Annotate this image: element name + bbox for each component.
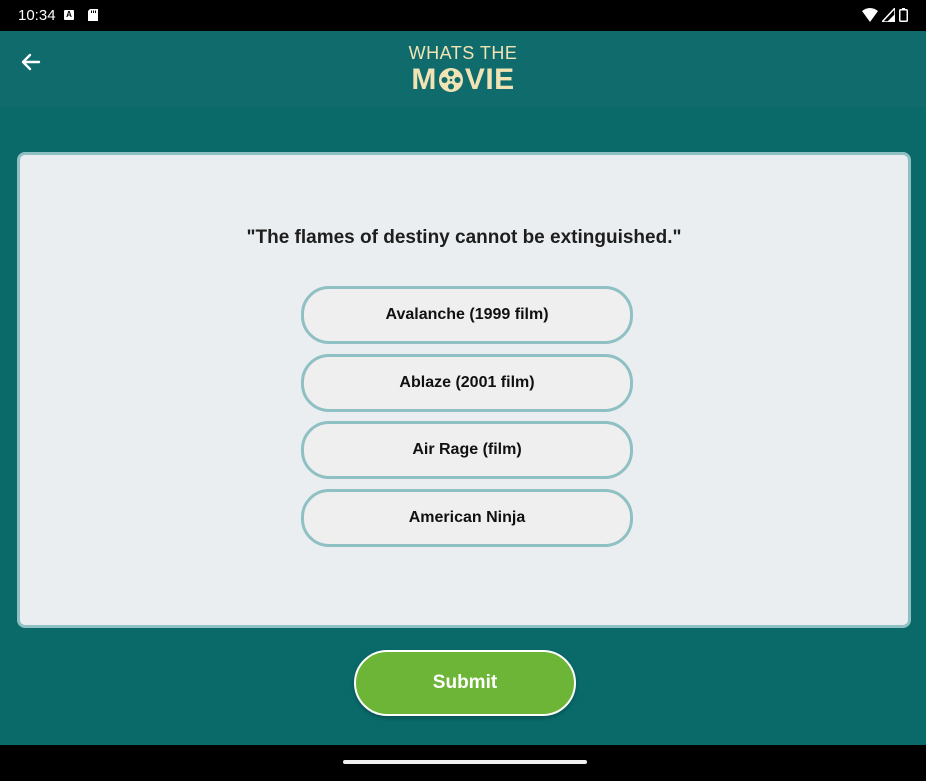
- status-bar: 10:34 A: [0, 0, 926, 31]
- answer-option-label: American Ninja: [408, 509, 526, 526]
- answer-option-2[interactable]: Ablaze (2001 film): [301, 354, 633, 412]
- submit-label: Submit: [432, 672, 498, 693]
- logo-bottom: M VIE: [411, 64, 514, 96]
- answer-option-4[interactable]: American Ninja: [301, 489, 633, 547]
- question-card: "The flames of destiny cannot be extingu…: [17, 152, 911, 628]
- film-reel-icon: [438, 68, 463, 92]
- signal-icon: [882, 8, 895, 22]
- submit-button[interactable]: Submit: [354, 650, 576, 716]
- question-text: "The flames of destiny cannot be extingu…: [246, 227, 682, 248]
- status-time: 10:34: [18, 7, 56, 24]
- home-gesture-handle[interactable]: [343, 760, 587, 764]
- answer-option-label: Ablaze (2001 film): [399, 374, 535, 391]
- logo-letters-prefix: M: [411, 63, 437, 96]
- status-right-icons: [862, 8, 908, 22]
- navigation-bar: [0, 745, 926, 781]
- answer-option-1[interactable]: Avalanche (1999 film): [301, 286, 633, 344]
- wifi-icon: [862, 8, 878, 22]
- answer-option-label: Avalanche (1999 film): [385, 306, 549, 323]
- logo-letters-suffix: VIE: [464, 63, 515, 96]
- a-notification-icon: A: [64, 10, 74, 20]
- app-logo: WHATS THE M VIE: [0, 43, 926, 96]
- sd-card-icon: [88, 9, 98, 21]
- answer-option-3[interactable]: Air Rage (film): [301, 421, 633, 479]
- logo-top-text: WHATS THE: [408, 43, 518, 63]
- app-bar: WHATS THE M VIE: [0, 31, 926, 107]
- quiz-screen: 10:34 A WHATS THE M VIE "The flames of d…: [0, 0, 926, 781]
- answer-option-label: Air Rage (film): [412, 441, 522, 458]
- battery-icon: [899, 8, 908, 22]
